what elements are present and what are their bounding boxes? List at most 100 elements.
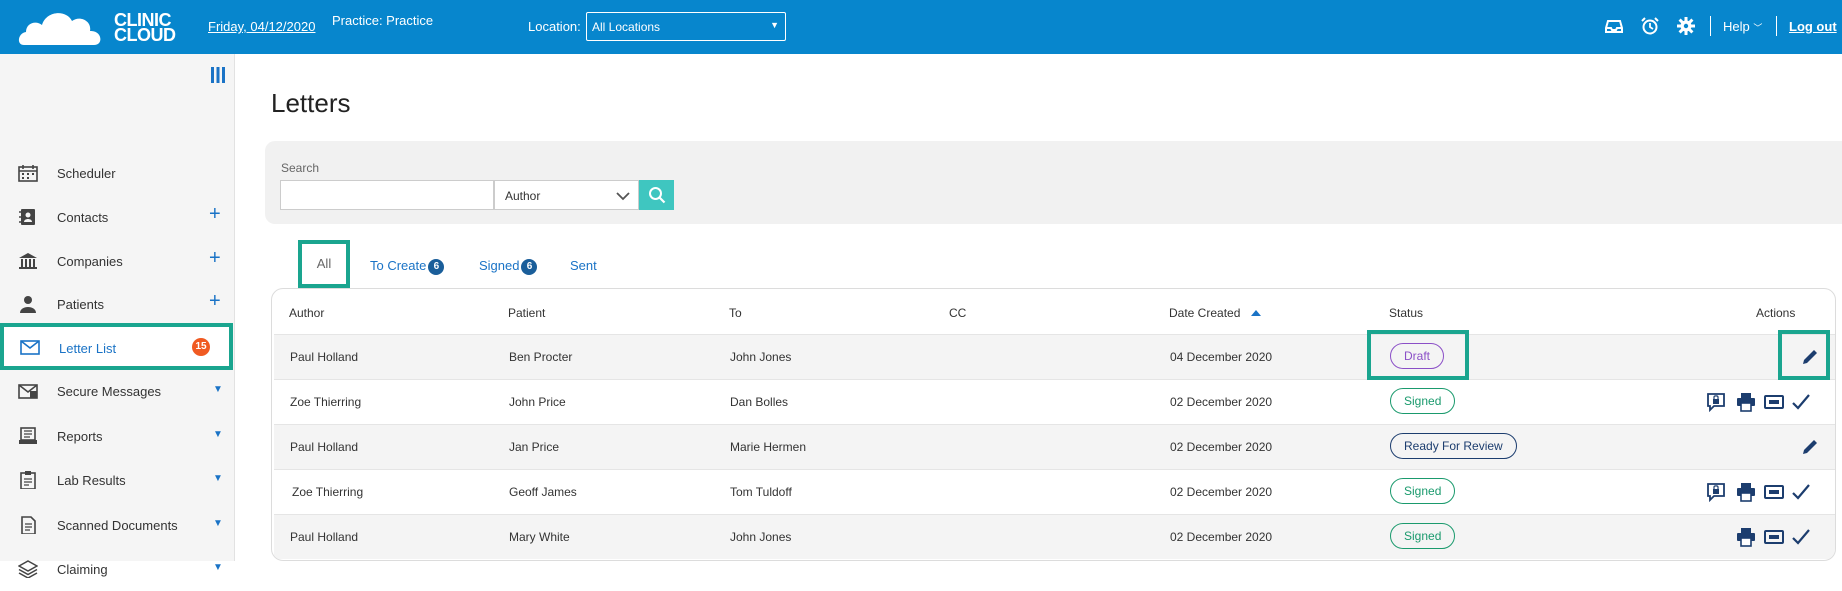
search-label: Search <box>281 161 320 175</box>
sidebar-item-letter-list[interactable]: Letter List 15 <box>0 323 233 370</box>
table-row[interactable]: Paul Holland Mary White John Jones 02 De… <box>274 514 1835 559</box>
search-panel: Search Author <box>265 141 1842 224</box>
search-filter-value: Author <box>505 189 541 203</box>
column-header-patient[interactable]: Patient <box>508 306 545 320</box>
top-bar: CLINIC CLOUD Friday, 04/12/2020 Practice… <box>0 0 1842 54</box>
location-select-value: All Locations <box>592 20 661 34</box>
caret-down-icon: ▼ <box>770 20 779 30</box>
search-icon <box>649 187 666 204</box>
cell-patient: Geoff James <box>509 485 577 499</box>
sort-ascending-icon <box>1250 310 1261 316</box>
sidebar-item-companies[interactable]: Companies + <box>0 239 233 283</box>
divider <box>1776 16 1777 36</box>
send-fax-icon[interactable] <box>1764 482 1784 502</box>
secure-message-icon[interactable] <box>1706 392 1726 412</box>
cell-date: 02 December 2020 <box>1170 485 1273 499</box>
tab-sent[interactable]: Sent <box>570 258 597 273</box>
sidebar-item-lab-results[interactable]: Lab Results ▼ <box>0 458 233 502</box>
status-badge: Signed <box>1390 388 1456 414</box>
checkmark-icon[interactable] <box>1791 527 1811 547</box>
divider <box>1710 16 1711 36</box>
collapse-sidebar-icon[interactable] <box>210 66 226 84</box>
print-icon[interactable] <box>1736 527 1756 547</box>
caret-down-icon[interactable]: ▼ <box>213 429 223 440</box>
document-icon <box>21 516 36 534</box>
column-header-date-created[interactable]: Date Created <box>1169 306 1262 320</box>
sidebar: Scheduler Contacts + Companies + Patient… <box>0 54 235 578</box>
tab-signed[interactable]: Signed 6 <box>479 258 538 275</box>
table-row[interactable]: Zoe Thierring John Price Dan Bolles 02 D… <box>274 379 1835 424</box>
checkmark-icon[interactable] <box>1791 392 1811 412</box>
sidebar-item-label: Contacts <box>57 210 109 225</box>
cell-date: 02 December 2020 <box>1170 440 1273 454</box>
caret-down-icon[interactable]: ▼ <box>213 473 223 484</box>
date-link[interactable]: Friday, 04/12/2020 <box>208 19 315 34</box>
status-badge: Ready For Review <box>1390 433 1517 459</box>
cell-author: Paul Holland <box>290 350 359 364</box>
logo-text: CLINIC CLOUD <box>114 10 176 45</box>
search-input[interactable] <box>280 180 494 210</box>
search-button[interactable] <box>639 180 674 210</box>
sidebar-item-contacts[interactable]: Contacts + <box>0 195 233 239</box>
print-icon[interactable] <box>1736 482 1756 502</box>
cell-date: 02 December 2020 <box>1170 530 1273 544</box>
location-select[interactable]: All Locations ▼ <box>586 12 786 41</box>
help-menu[interactable]: Help ﹀ <box>1723 19 1762 34</box>
inbox-icon[interactable] <box>1605 17 1623 35</box>
cell-patient: Jan Price <box>509 440 560 454</box>
sidebar-item-reports[interactable]: Reports ▼ <box>0 414 233 458</box>
cell-to: Dan Bolles <box>730 395 789 409</box>
send-fax-icon[interactable] <box>1764 392 1784 412</box>
sidebar-item-scanned-documents[interactable]: Scanned Documents ▼ <box>0 503 233 547</box>
caret-down-icon[interactable]: ▼ <box>213 384 223 395</box>
print-icon[interactable] <box>1736 392 1756 412</box>
add-contact-icon[interactable]: + <box>209 203 221 226</box>
table-row[interactable]: Paul Holland Ben Procter John Jones 04 D… <box>274 334 1835 379</box>
table-row[interactable]: Paul Holland Jan Price Marie Hermen 02 D… <box>274 424 1835 469</box>
sidebar-item-label: Patients <box>57 297 104 312</box>
checkmark-icon[interactable] <box>1791 482 1811 502</box>
cell-to: Tom Tuldoff <box>730 485 792 499</box>
cell-patient: John Price <box>509 395 566 409</box>
cell-author: Zoe Thierring <box>292 485 364 499</box>
sidebar-item-scheduler[interactable]: Scheduler <box>0 151 233 195</box>
add-company-icon[interactable]: + <box>209 247 221 270</box>
secure-message-icon[interactable] <box>1706 482 1726 502</box>
tab-all[interactable]: All <box>298 240 350 288</box>
send-fax-icon[interactable] <box>1764 527 1784 547</box>
tab-count-badge: 6 <box>428 259 445 275</box>
sidebar-item-claiming[interactable]: Claiming ▼ <box>0 547 233 591</box>
tab-to-create[interactable]: To Create 6 <box>370 258 445 275</box>
highlight-edit-action <box>1778 330 1830 380</box>
practice-label: Practice: Practice <box>332 13 434 28</box>
sidebar-item-patients[interactable]: Patients + <box>0 282 233 326</box>
add-patient-icon[interactable]: + <box>209 290 221 313</box>
cell-author: Paul Holland <box>290 530 359 544</box>
column-header-cc[interactable]: CC <box>949 306 966 320</box>
sidebar-item-label: Reports <box>57 429 103 444</box>
alarm-clock-icon[interactable] <box>1641 17 1659 35</box>
cell-patient: Mary White <box>509 530 570 544</box>
search-filter-select[interactable]: Author <box>494 180 639 210</box>
table-row[interactable]: Zoe Thierring Geoff James Tom Tuldoff 02… <box>274 469 1835 514</box>
clinic-cloud-logo[interactable]: CLINIC CLOUD <box>18 5 176 49</box>
tab-label: Signed <box>479 258 520 273</box>
column-header-author[interactable]: Author <box>289 306 324 320</box>
envelope-icon <box>20 340 40 355</box>
column-header-to[interactable]: To <box>729 306 742 320</box>
sidebar-item-secure-messages[interactable]: Secure Messages ▼ <box>0 369 233 413</box>
gear-icon[interactable] <box>1677 17 1695 35</box>
building-icon <box>19 253 37 269</box>
highlight-draft-status <box>1367 330 1469 380</box>
caret-down-icon[interactable]: ▼ <box>213 562 223 573</box>
caret-down-icon[interactable]: ▼ <box>213 518 223 529</box>
contacts-icon <box>19 209 35 225</box>
edit-pencil-icon[interactable] <box>1800 437 1820 457</box>
cloud-logo-icon <box>18 13 101 45</box>
logout-link[interactable]: Log out <box>1789 19 1837 34</box>
clipboard-icon <box>20 471 36 489</box>
cell-author: Zoe Thierring <box>290 395 362 409</box>
cell-date: 04 December 2020 <box>1170 350 1273 364</box>
column-header-status[interactable]: Status <box>1389 306 1423 320</box>
page-title: Letters <box>271 88 351 118</box>
